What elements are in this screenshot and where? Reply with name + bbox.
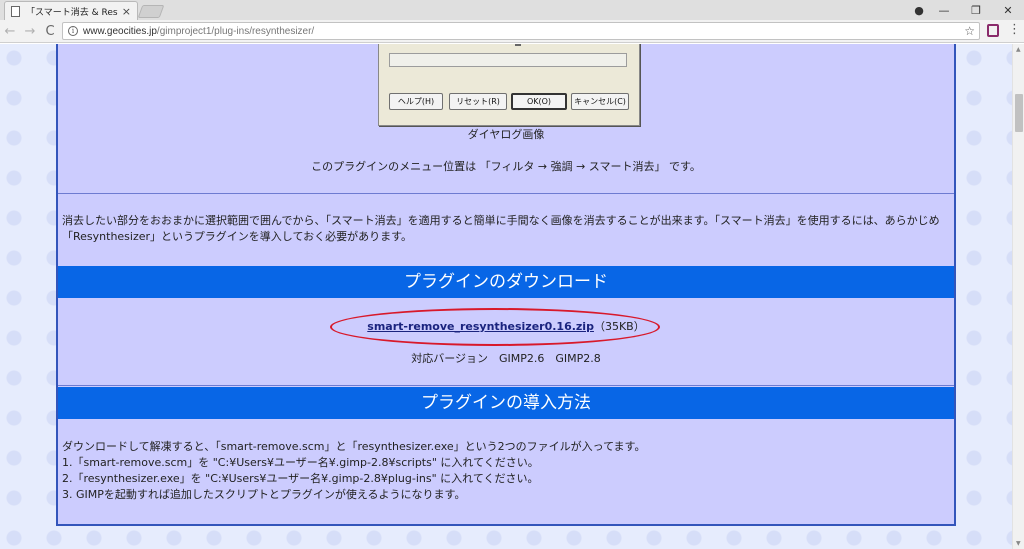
install-step: 1.「smart-remove.scm」を "C:¥Users¥ユーザー名¥.g… — [62, 456, 539, 469]
vertical-scrollbar[interactable]: ▲ ▼ — [1012, 44, 1024, 549]
extension-icon[interactable] — [987, 24, 999, 37]
dialog-ok-button: OK(O) — [511, 93, 567, 110]
supported-versions: 対応バージョン GIMP2.6 GIMP2.8 — [411, 352, 601, 365]
dialog-caption: ダイヤログ画像 — [467, 128, 545, 141]
scroll-thumb[interactable] — [1015, 94, 1023, 132]
address-bar[interactable]: i www.geocities.jp/gimproject1/plug-ins/… — [62, 22, 980, 40]
menu-location-text: このプラグインのメニュー位置は 「フィルタ → 強調 → スマート消去」 です。 — [311, 160, 701, 173]
window-controls: ● — ❐ ✕ — [910, 0, 1024, 20]
page-icon — [11, 5, 20, 17]
reload-button[interactable]: C — [40, 24, 60, 39]
back-button[interactable]: ← — [0, 24, 20, 39]
dialog-progress-field — [389, 53, 627, 67]
install-heading: プラグインの導入方法 — [58, 387, 954, 419]
url-host: www.geocities.jp — [83, 25, 157, 37]
url-path: /gimproject1/plug-ins/resynthesizer/ — [156, 25, 315, 37]
description-line-1: 消去したい部分をおおまかに選択範囲で囲んでから、「スマート消去」を適用すると簡単… — [62, 214, 940, 227]
file-size: （35KB） — [593, 320, 645, 333]
dialog-slider-tick — [515, 44, 521, 46]
download-link[interactable]: smart-remove_resynthesizer0.16.zip — [367, 320, 594, 333]
profile-icon[interactable]: ● — [910, 4, 928, 17]
dialog-cancel-button: キャンセル(C) — [571, 93, 629, 110]
dialog-help-button: ヘルプ(H) — [389, 93, 443, 110]
install-intro: ダウンロードして解凍すると、「smart-remove.scm」と「resynt… — [62, 440, 646, 453]
tab-strip: 「スマート消去 & Resynthe × ● — ❐ ✕ — [0, 0, 1024, 20]
new-tab-button[interactable] — [137, 5, 165, 18]
info-icon[interactable]: i — [68, 26, 78, 36]
section-divider — [58, 385, 954, 386]
description-paragraph: 消去したい部分をおおまかに選択範囲で囲んでから、「スマート消去」を適用すると簡単… — [62, 213, 952, 245]
scroll-down-icon[interactable]: ▼ — [1016, 540, 1021, 547]
maximize-button[interactable]: ❐ — [960, 4, 992, 17]
dialog-reset-button: リセット(R) — [449, 93, 507, 110]
scroll-up-icon[interactable]: ▲ — [1016, 46, 1021, 53]
content-panel: ヘルプ(H) リセット(R) OK(O) キャンセル(C) ダイヤログ画像 この… — [56, 44, 956, 526]
install-instructions: ダウンロードして解凍すると、「smart-remove.scm」と「resynt… — [62, 439, 952, 503]
tab-close-icon[interactable]: × — [122, 5, 131, 18]
dialog-image: ヘルプ(H) リセット(R) OK(O) キャンセル(C) — [378, 44, 640, 126]
close-window-button[interactable]: ✕ — [992, 4, 1024, 17]
minimize-button[interactable]: — — [928, 4, 960, 17]
tab-title: 「スマート消去 & Resynthe — [26, 7, 118, 18]
browser-tab[interactable]: 「スマート消去 & Resynthe × — [4, 1, 138, 20]
page-viewport: ヘルプ(H) リセット(R) OK(O) キャンセル(C) ダイヤログ画像 この… — [0, 44, 1012, 549]
download-heading: プラグインのダウンロード — [58, 266, 954, 298]
forward-button[interactable]: → — [20, 24, 40, 39]
section-divider — [58, 193, 954, 194]
url-text: www.geocities.jp/gimproject1/plug-ins/re… — [83, 26, 314, 37]
download-row: smart-remove_resynthesizer0.16.zip（35KB） — [58, 318, 954, 334]
install-step: 3. GIMPを起動すれば追加したスクリプトとプラグインが使えるようになります。 — [62, 488, 466, 501]
browser-toolbar: ← → C i www.geocities.jp/gimproject1/plu… — [0, 20, 1024, 43]
bookmark-star-icon[interactable]: ☆ — [964, 24, 975, 38]
browser-menu-icon[interactable]: ⋮ — [1008, 22, 1021, 37]
description-line-2: 「Resynthesizer」というプラグインを導入しておく必要があります。 — [62, 230, 413, 243]
install-step: 2.「resynthesizer.exe」を "C:¥Users¥ユーザー名¥.… — [62, 472, 539, 485]
